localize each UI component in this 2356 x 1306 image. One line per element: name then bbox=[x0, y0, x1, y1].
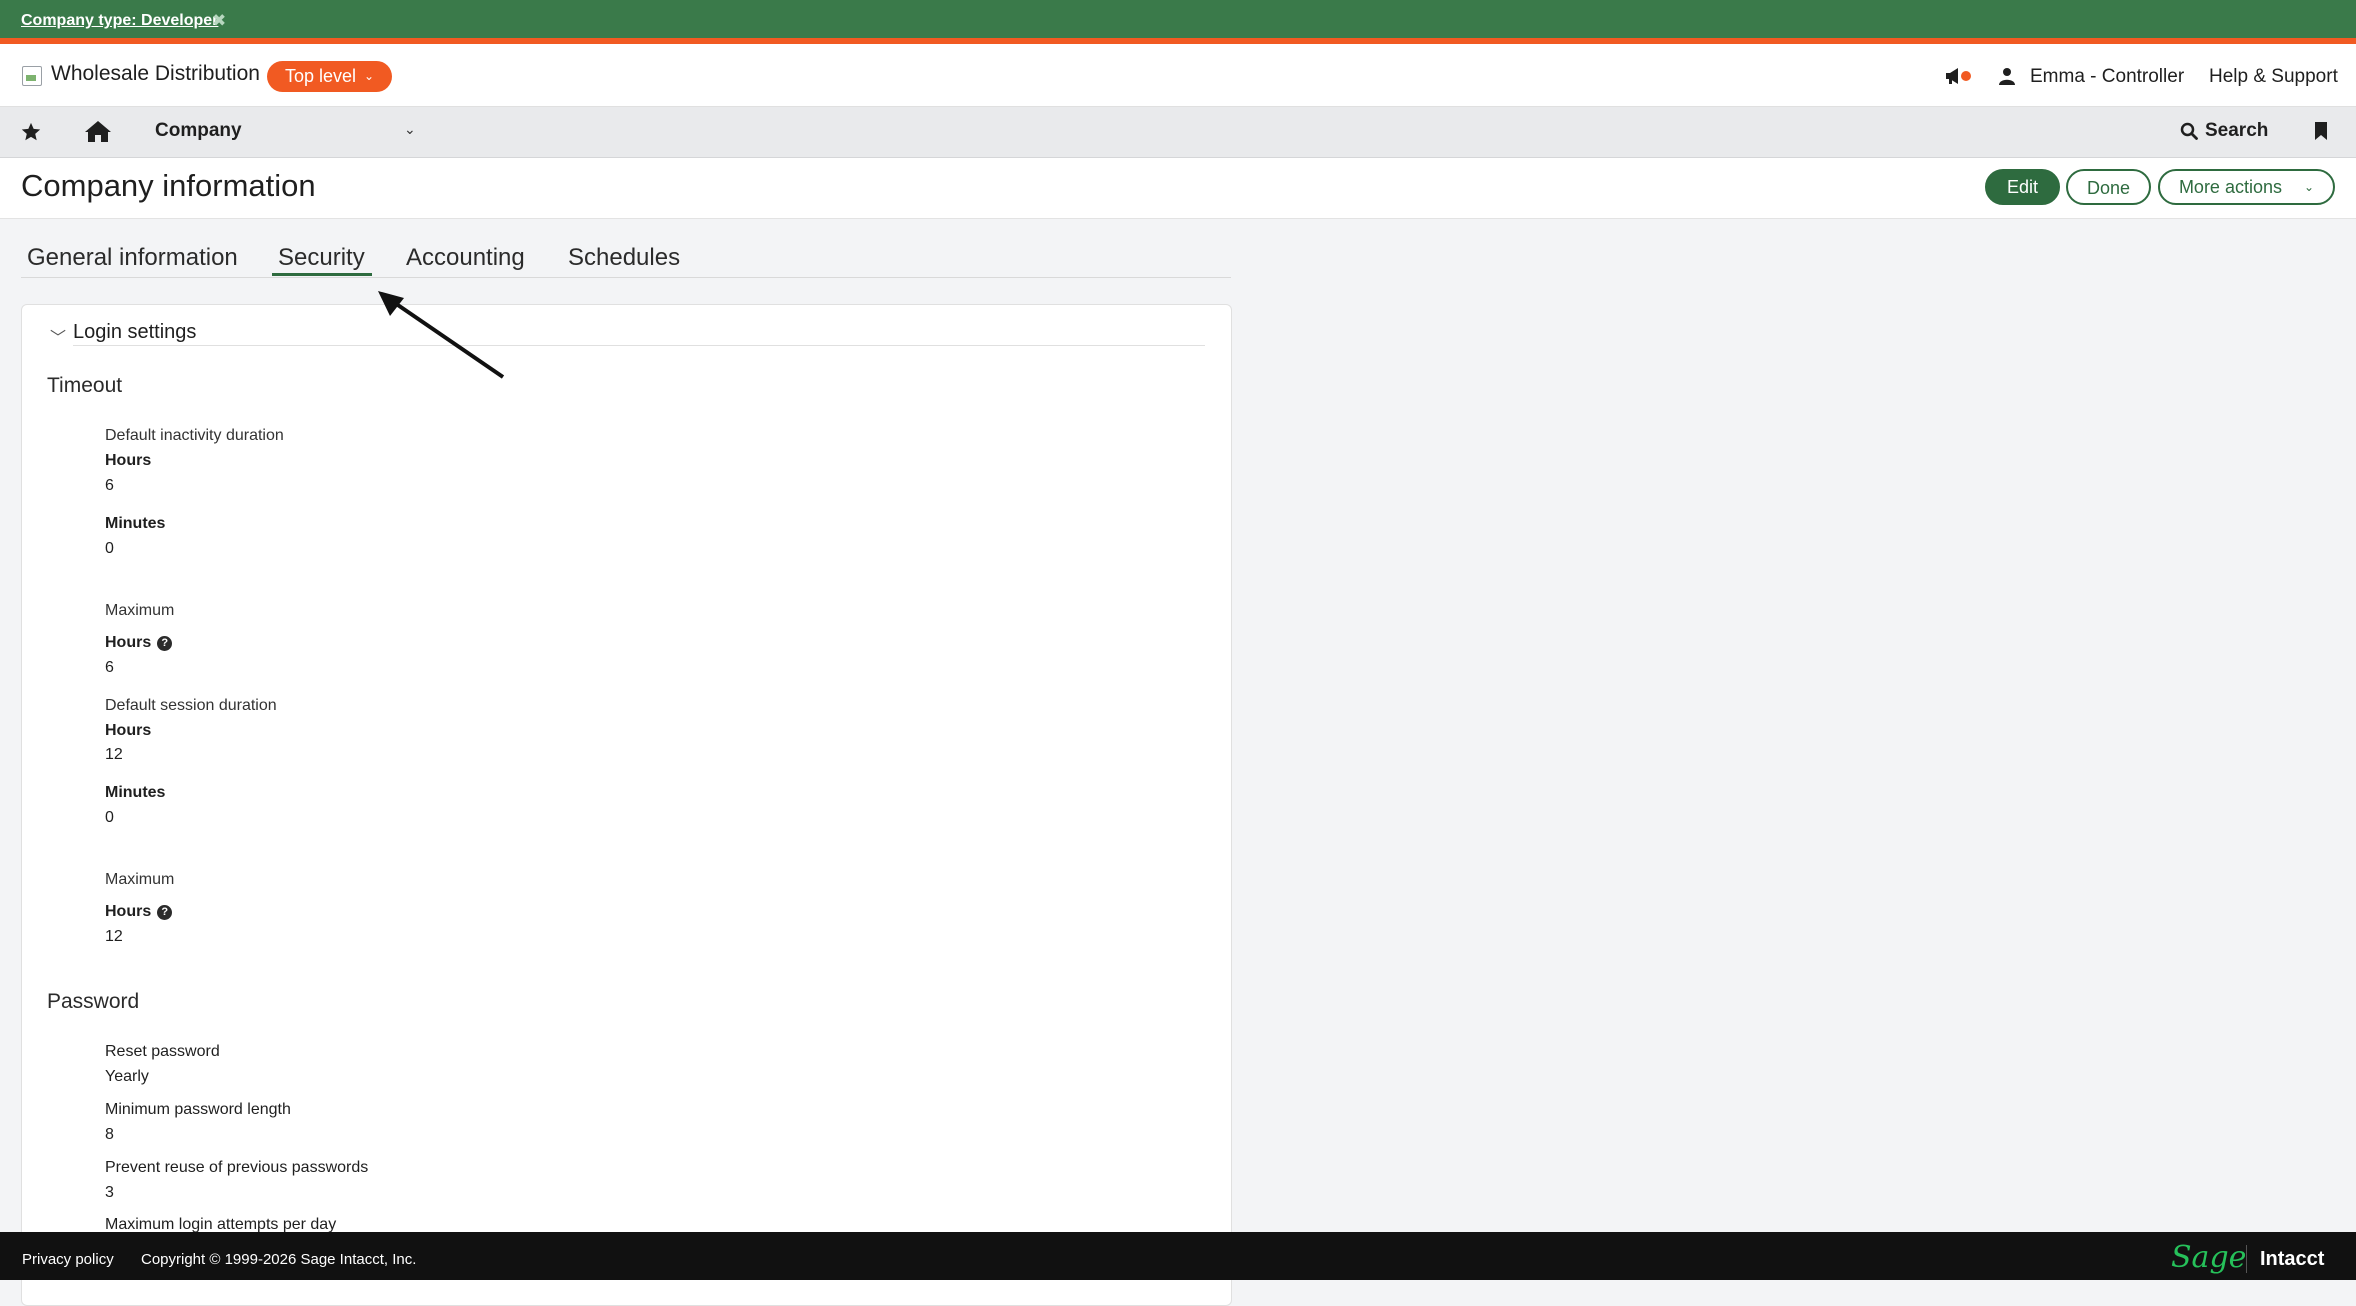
help-question-icon[interactable]: ? bbox=[157, 636, 173, 651]
edit-button[interactable]: Edit bbox=[1985, 169, 2060, 205]
sage-logo: Sage bbox=[2171, 1240, 2247, 1275]
prevent-reuse-label: Prevent reuse of previous passwords bbox=[105, 1159, 369, 1176]
announcements-megaphone-icon[interactable] bbox=[1944, 66, 1974, 86]
tab-security[interactable]: Security bbox=[278, 244, 365, 272]
footer-divider bbox=[2246, 1245, 2247, 1273]
inactivity-hours-label: Hours bbox=[105, 452, 152, 469]
login-settings-card bbox=[21, 304, 1232, 1306]
timeout-heading: Timeout bbox=[47, 374, 123, 397]
user-icon bbox=[1999, 68, 2015, 85]
entity-level-label: Top level bbox=[285, 66, 357, 86]
entity-level-dropdown[interactable]: Top level ⌄ bbox=[267, 61, 393, 92]
nav-company-menu[interactable]: Company bbox=[155, 120, 242, 142]
search-button[interactable]: Search bbox=[2205, 120, 2268, 142]
company-type-link[interactable]: Company type: Developer bbox=[21, 12, 218, 30]
session-hours-value: 12 bbox=[105, 746, 123, 763]
chevron-down-icon[interactable]: ﹀ bbox=[50, 324, 66, 348]
help-support-link[interactable]: Help & Support bbox=[2209, 66, 2338, 88]
inactivity-duration-label: Default inactivity duration bbox=[105, 427, 284, 444]
min-password-length-label: Minimum password length bbox=[105, 1101, 291, 1118]
session-hours-label: Hours bbox=[105, 722, 152, 739]
tabs-divider bbox=[21, 277, 1231, 278]
company-logo-icon bbox=[22, 66, 42, 86]
session-minutes-label: Minutes bbox=[105, 784, 166, 801]
company-type-banner bbox=[0, 0, 2356, 41]
tab-schedules[interactable]: Schedules bbox=[568, 244, 680, 272]
user-menu[interactable]: Emma - Controller bbox=[2030, 66, 2184, 88]
inactivity-max-hours-label: Hours? bbox=[105, 634, 173, 652]
session-maximum-label: Maximum bbox=[105, 871, 175, 888]
help-question-icon[interactable]: ? bbox=[157, 905, 173, 920]
chevron-down-icon[interactable]: ⌄ bbox=[404, 121, 416, 138]
section-divider bbox=[73, 345, 1205, 346]
session-max-hours-label: Hours? bbox=[105, 903, 173, 921]
intacct-logo: Intacct bbox=[2260, 1248, 2325, 1270]
page-title: Company information bbox=[21, 168, 316, 203]
reset-password-label: Reset password bbox=[105, 1043, 220, 1060]
home-icon[interactable] bbox=[84, 119, 112, 143]
session-max-hours-value: 12 bbox=[105, 928, 123, 945]
chevron-down-icon: ⌄ bbox=[2303, 180, 2315, 194]
search-icon[interactable] bbox=[2180, 122, 2198, 140]
login-settings-section-toggle[interactable]: Login settings bbox=[73, 321, 196, 344]
annotation-arrow bbox=[378, 291, 505, 379]
close-x-icon[interactable]: ✖ bbox=[212, 11, 226, 31]
password-heading: Password bbox=[47, 990, 140, 1013]
copyright-text: Copyright © 1999-2026 Sage Intacct, Inc. bbox=[141, 1251, 417, 1268]
privacy-policy-link[interactable]: Privacy policy bbox=[22, 1251, 114, 1268]
inactivity-minutes-label: Minutes bbox=[105, 515, 166, 532]
tab-general-information[interactable]: General information bbox=[27, 244, 238, 272]
session-duration-label: Default session duration bbox=[105, 697, 277, 714]
favorites-star-icon[interactable] bbox=[20, 121, 42, 143]
prevent-reuse-value: 3 bbox=[105, 1184, 114, 1201]
tab-accounting[interactable]: Accounting bbox=[406, 244, 525, 272]
active-tab-indicator bbox=[272, 273, 372, 276]
more-actions-button[interactable]: More actions ⌄ bbox=[2158, 169, 2335, 205]
more-actions-label: More actions bbox=[2178, 177, 2282, 197]
min-password-length-value: 8 bbox=[105, 1126, 114, 1143]
done-button[interactable]: Done bbox=[2066, 169, 2151, 205]
session-minutes-value: 0 bbox=[105, 809, 114, 826]
chevron-down-icon: ⌄ bbox=[364, 69, 375, 83]
inactivity-hours-value: 6 bbox=[105, 477, 114, 494]
inactivity-minutes-value: 0 bbox=[105, 540, 114, 557]
company-name: Wholesale Distribution bbox=[51, 62, 260, 85]
bookmark-icon[interactable] bbox=[2313, 121, 2329, 141]
inactivity-maximum-label: Maximum bbox=[105, 602, 175, 619]
reset-password-value: Yearly bbox=[105, 1068, 149, 1085]
navigation-bar bbox=[0, 107, 2356, 158]
inactivity-max-hours-value: 6 bbox=[105, 659, 114, 676]
